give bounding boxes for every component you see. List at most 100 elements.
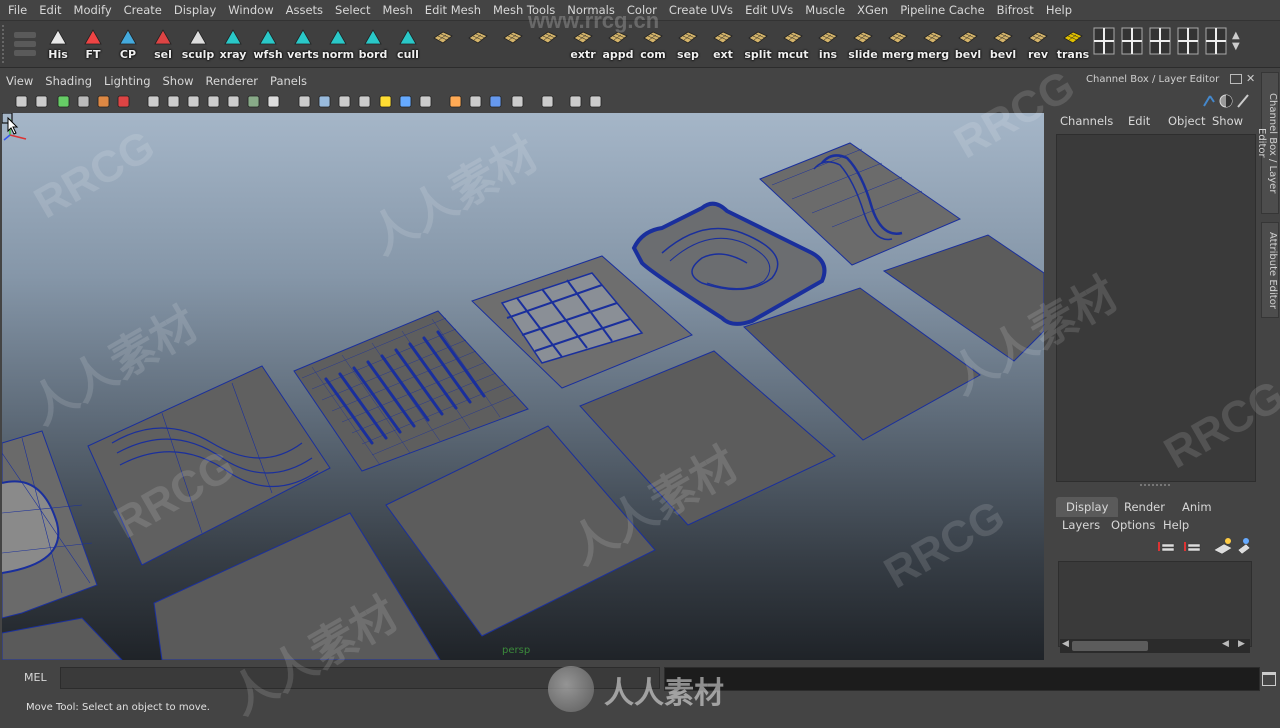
menu-edit-uvs[interactable]: Edit UVs	[739, 3, 799, 17]
shelf-button-cube[interactable]	[462, 24, 494, 64]
layer-menu-layers[interactable]: Layers	[1062, 518, 1100, 532]
tab-anim[interactable]: Anim	[1172, 497, 1222, 517]
shelf-button-His[interactable]: His	[42, 24, 74, 64]
grid-icon[interactable]	[146, 94, 161, 109]
menu-xgen[interactable]: XGen	[851, 3, 894, 17]
menu-mesh[interactable]: Mesh	[377, 3, 419, 17]
panel-menu-view[interactable]: View	[0, 74, 39, 88]
shelf-button-CP[interactable]: CP	[112, 24, 144, 64]
menu-muscle[interactable]: Muscle	[799, 3, 851, 17]
anti-alias-icon[interactable]	[468, 94, 483, 109]
panel-menu-shading[interactable]: Shading	[39, 74, 98, 88]
script-editor-icon[interactable]	[1262, 672, 1276, 686]
safe-action-icon[interactable]	[246, 94, 261, 109]
panel-menu-renderer[interactable]: Renderer	[200, 74, 265, 88]
side-tab-channel-box[interactable]: Channel Box / Layer Editor	[1256, 72, 1279, 214]
shelf-button-bevl[interactable]: bevl	[987, 24, 1019, 64]
menu-bifrost[interactable]: Bifrost	[991, 3, 1040, 17]
shelf-options-icon[interactable]: ▲ ▼	[1232, 24, 1256, 64]
shelf-button-mcut[interactable]: mcut	[777, 24, 809, 64]
menu-mesh-tools[interactable]: Mesh Tools	[487, 3, 561, 17]
scroll-right-icon[interactable]: ◀	[1222, 639, 1229, 649]
safe-title-icon[interactable]	[266, 94, 281, 109]
channel-box-menu-channels[interactable]: Channels	[1060, 114, 1113, 128]
menu-pipeline-cache[interactable]: Pipeline Cache	[894, 3, 990, 17]
menu-create-uvs[interactable]: Create UVs	[663, 3, 739, 17]
channel-box-menu-object[interactable]: Object	[1168, 114, 1205, 128]
channel-box-menu-show[interactable]: Show	[1212, 114, 1243, 128]
scroll-thumb[interactable]	[1072, 641, 1148, 651]
textured-icon[interactable]	[357, 94, 372, 109]
shelf-button-ins[interactable]: ins	[812, 24, 844, 64]
shelf-button-wfsh[interactable]: wfsh	[252, 24, 284, 64]
layer-list[interactable]	[1058, 561, 1252, 647]
channel-box-menu-edit[interactable]: Edit	[1128, 114, 1150, 128]
grease-pencil-icon[interactable]	[116, 94, 131, 109]
camera-attributes-icon[interactable]	[34, 94, 49, 109]
menu-display[interactable]: Display	[168, 3, 222, 17]
layer-scrollbar[interactable]: ◀ ◀ ▶	[1060, 639, 1250, 653]
menu-create[interactable]: Create	[118, 3, 168, 17]
tab-render[interactable]: Render	[1114, 497, 1175, 517]
scroll-left-icon[interactable]: ◀	[1062, 639, 1069, 649]
menu-window[interactable]: Window	[222, 3, 279, 17]
shelf-button-sep[interactable]: sep	[672, 24, 704, 64]
channel-box-tools-icon[interactable]	[1198, 92, 1250, 110]
resolution-gate-icon[interactable]	[186, 94, 201, 109]
image-plane-icon[interactable]	[76, 94, 91, 109]
menu-file[interactable]: File	[0, 3, 33, 17]
channel-box-list[interactable]	[1056, 134, 1256, 482]
shadows-icon[interactable]	[398, 94, 413, 109]
wireframe-on-shaded-icon[interactable]	[337, 94, 352, 109]
depth-of-field-icon[interactable]	[488, 94, 503, 109]
xray-joints-icon[interactable]	[568, 94, 583, 109]
shelf-button-ext[interactable]: ext	[707, 24, 739, 64]
menu-edit[interactable]: Edit	[33, 3, 67, 17]
scroll-right-icon[interactable]: ▶	[1238, 639, 1245, 649]
panel-menu-panels[interactable]: Panels	[264, 74, 313, 88]
grid-layout-icon[interactable]	[1120, 24, 1144, 64]
motion-blur-icon[interactable]	[448, 94, 463, 109]
shelf-button-extr[interactable]: extr	[567, 24, 599, 64]
layer-menu-help[interactable]: Help	[1163, 518, 1189, 532]
layer-buttons-icon[interactable]	[1154, 536, 1250, 556]
shelf-button-bevl[interactable]: bevl	[952, 24, 984, 64]
shelf-button-sculp[interactable]: sculp	[182, 24, 214, 64]
tab-display[interactable]: Display	[1056, 497, 1119, 517]
shelf-button-verts[interactable]: verts	[287, 24, 319, 64]
splitter-handle[interactable]	[1140, 484, 1170, 486]
shelf-button-rev[interactable]: rev	[1022, 24, 1054, 64]
shelf-button-com[interactable]: com	[637, 24, 669, 64]
menu-help[interactable]: Help	[1040, 3, 1078, 17]
shelf-button-cylinder[interactable]	[532, 24, 564, 64]
menu-assets[interactable]: Assets	[280, 3, 329, 17]
float-panel-icon[interactable]	[1230, 74, 1242, 84]
layer-menu-options[interactable]: Options	[1111, 518, 1155, 532]
film-gate-icon[interactable]	[166, 94, 181, 109]
xray-icon[interactable]	[540, 94, 555, 109]
shelf-button-cull[interactable]: cull	[392, 24, 424, 64]
side-tab-attribute-editor[interactable]: Attribute Editor	[1261, 222, 1279, 318]
select-camera-icon[interactable]	[14, 94, 29, 109]
smooth-shade-icon[interactable]	[317, 94, 332, 109]
gate-mask-icon[interactable]	[206, 94, 221, 109]
menu-select[interactable]: Select	[329, 3, 376, 17]
viewport-persp[interactable]: persp	[2, 113, 1044, 660]
grid-layout-icon[interactable]	[1176, 24, 1200, 64]
field-chart-icon[interactable]	[226, 94, 241, 109]
2d-pan-icon[interactable]	[96, 94, 111, 109]
panel-menu-lighting[interactable]: Lighting	[98, 74, 156, 88]
menu-color[interactable]: Color	[621, 3, 663, 17]
xray-components-icon[interactable]	[588, 94, 603, 109]
shelf-button-FT[interactable]: FT	[77, 24, 109, 64]
menu-modify[interactable]: Modify	[68, 3, 118, 17]
grid-layout-icon[interactable]	[1204, 24, 1228, 64]
shelf-button-plane[interactable]	[427, 24, 459, 64]
shelf-grip[interactable]	[2, 25, 10, 63]
grid-layout-icon[interactable]	[1092, 24, 1116, 64]
bookmark-icon[interactable]	[56, 94, 71, 109]
shelf-button-sphere[interactable]	[497, 24, 529, 64]
shelf-tab-menu-button[interactable]	[14, 29, 36, 59]
close-panel-icon[interactable]: ✕	[1246, 72, 1255, 85]
shelf-button-norm[interactable]: norm	[322, 24, 354, 64]
